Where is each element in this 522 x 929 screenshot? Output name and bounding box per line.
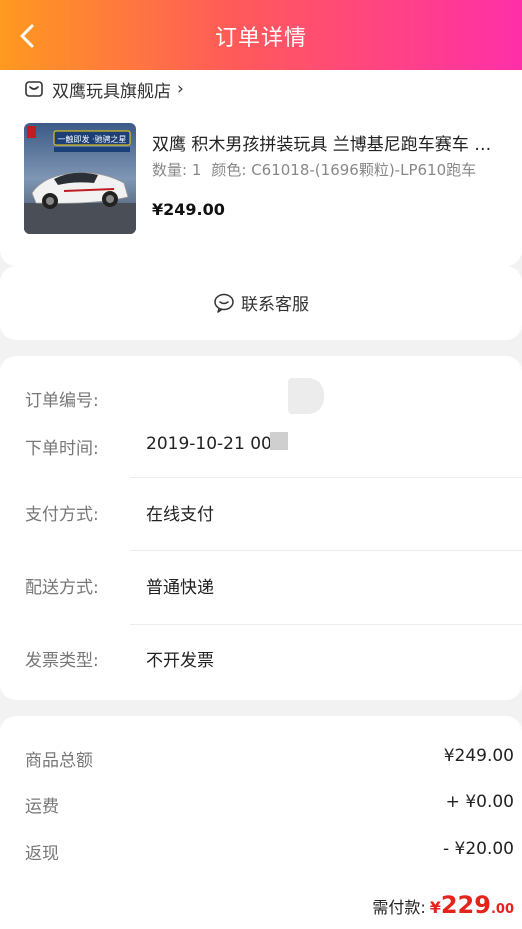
redacted-block xyxy=(288,378,324,414)
contact-card: 联系客服 xyxy=(0,266,522,340)
image-banner-text: 一触即发 ·驰骋之星 xyxy=(57,134,126,144)
goods-total-label: 商品总额 xyxy=(25,751,93,771)
order-number-label: 订单编号: xyxy=(25,391,99,411)
product-quantity: 数量: 1 xyxy=(152,161,202,179)
product-card: 双鹰玩具旗舰店 › 一触即发 ·驰骋之星 双鹰 积木男孩拼装玩具 兰博基尼跑车赛… xyxy=(0,70,522,266)
amount-due-decimal: .00 xyxy=(490,902,514,917)
store-name: 双鹰玩具旗舰店 xyxy=(52,81,171,102)
invoice-label: 发票类型: xyxy=(25,651,99,671)
payment-value: 在线支付 xyxy=(146,505,214,525)
product-spec: 数量: 1 颜色: C61018-(1696颗粒)-LP610跑车 xyxy=(152,159,476,180)
goods-total-value: ¥249.00 xyxy=(443,746,514,766)
order-info-card: 订单编号: 下单时间: 2019-10-21 00 支付方式: 在线支付 配送方… xyxy=(0,356,522,700)
header-bar: 订单详情 xyxy=(0,0,522,70)
payment-label: 支付方式: xyxy=(25,505,99,525)
store-link[interactable]: 双鹰玩具旗舰店 › xyxy=(24,78,184,102)
divider xyxy=(130,550,522,551)
product-title[interactable]: 双鹰 积木男孩拼装玩具 兰博基尼跑车赛车 … xyxy=(152,130,514,155)
contact-service-button[interactable]: 联系客服 xyxy=(0,290,522,315)
order-total-card: 商品总额 ¥249.00 运费 + ¥0.00 返现 - ¥20.00 需付款:… xyxy=(0,716,522,929)
redacted-block xyxy=(270,432,288,450)
divider xyxy=(130,624,522,625)
amount-due-integer: 229 xyxy=(440,891,491,919)
cashback-value: - ¥20.00 xyxy=(442,839,514,859)
delivery-label: 配送方式: xyxy=(25,578,99,598)
order-time-label: 下单时间: xyxy=(25,439,99,459)
chevron-right-icon: › xyxy=(177,79,184,99)
invoice-value: 不开发票 xyxy=(146,651,214,671)
amount-due: 需付款: ¥ 229 .00 xyxy=(372,891,514,919)
page-title: 订单详情 xyxy=(214,26,307,51)
store-icon xyxy=(24,79,44,99)
product-variant: 颜色: C61018-(1696颗粒)-LP610跑车 xyxy=(211,161,477,179)
shipping-value: + ¥0.00 xyxy=(445,792,514,812)
shipping-label: 运费 xyxy=(25,797,59,817)
amount-due-label: 需付款: xyxy=(372,898,426,917)
cashback-label: 返现 xyxy=(25,844,59,864)
amount-due-currency: ¥ xyxy=(429,898,441,917)
product-price: ¥249.00 xyxy=(152,200,225,219)
product-image[interactable]: 一触即发 ·驰骋之星 xyxy=(24,123,136,234)
contact-service-label: 联系客服 xyxy=(241,295,309,315)
order-time-value: 2019-10-21 00 xyxy=(146,434,272,454)
divider xyxy=(130,477,522,478)
delivery-value: 普通快递 xyxy=(146,578,214,598)
chat-icon xyxy=(213,292,235,314)
